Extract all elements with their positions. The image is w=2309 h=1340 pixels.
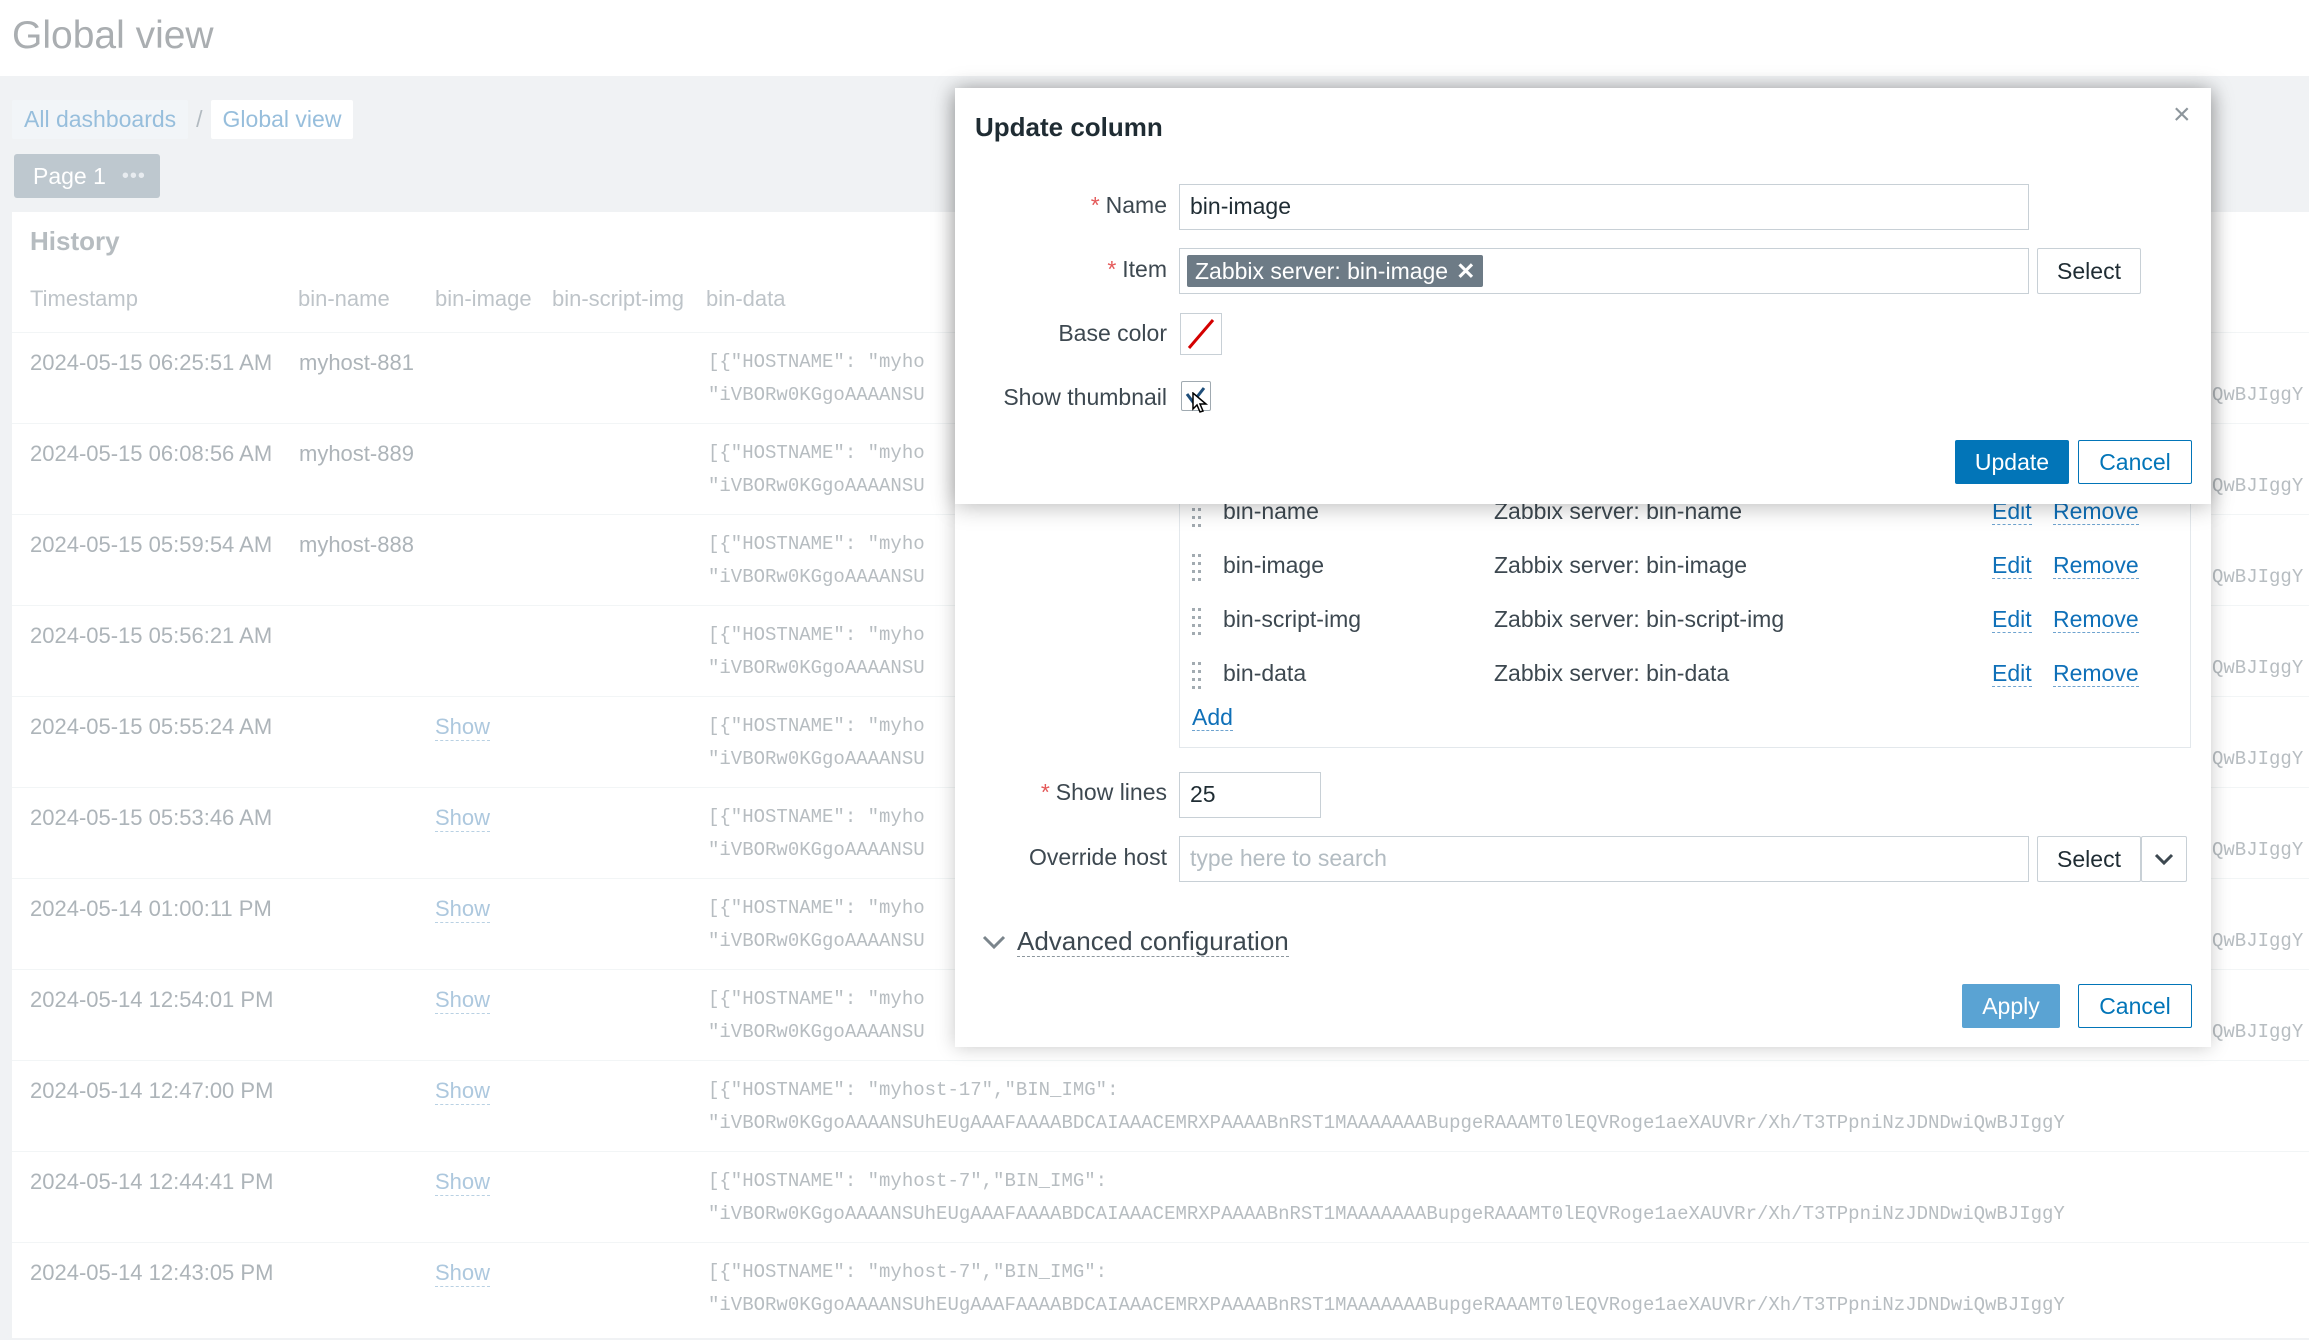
show-lines-label: * Show lines [1040,779,1167,805]
edit-column-link[interactable]: Edit [1992,660,2032,687]
item-tag-label: Zabbix server: bin-image [1195,258,1449,284]
add-column-link[interactable]: Add [1192,704,1233,731]
columns-list: bin-name Zabbix server: bin-name Edit Remov… [1179,492,2191,748]
edit-column-link[interactable]: Edit [1992,606,2032,633]
item-multiselect[interactable]: Zabbix server: bin-image ✕ [1179,248,2029,294]
cancel-button[interactable]: Cancel [2078,440,2192,484]
show-thumbnail-label: Show thumbnail [1003,384,1167,410]
remove-column-link[interactable]: Remove [2053,660,2139,687]
item-label: * Item [1107,256,1167,282]
column-name: bin-image [1223,552,1324,578]
column-list-row: bin-image Zabbix server: bin-image Edit Rem… [1180,546,2192,586]
column-list-row: bin-script-img Zabbix server: bin-script-… [1180,600,2192,640]
edit-column-link[interactable]: Edit [1992,552,2032,579]
column-name: bin-data [1223,660,1307,686]
grip-icon[interactable] [1190,550,1204,584]
dialog-title: Update column [975,112,1163,142]
grip-icon[interactable] [1190,658,1204,692]
close-icon[interactable]: × [2173,98,2191,132]
item-select-button[interactable]: Select [2037,248,2141,294]
base-color-label: Base color [1058,320,1167,346]
column-name: bin-script-img [1223,606,1362,632]
override-host-select-button[interactable]: Select [2037,836,2141,882]
remove-column-link[interactable]: Remove [2053,552,2139,579]
cursor-icon [1192,392,1209,413]
update-column-dialog: Update column × * Name bin-image * Item Za… [955,88,2211,504]
column-item: Zabbix server: bin-data [1494,660,1730,686]
show-lines-input[interactable]: 25 [1179,772,1321,818]
cancel-button[interactable]: Cancel [2078,984,2192,1028]
column-item: Zabbix server: bin-script-img [1494,606,1785,632]
name-label: * Name [1090,192,1167,218]
remove-tag-icon[interactable]: ✕ [1456,258,1475,284]
chevron-down-icon [982,935,1006,949]
override-host-dropdown-button[interactable] [2141,836,2187,882]
override-host-input[interactable]: type here to search [1179,836,2029,882]
column-list-row: bin-data Zabbix server: bin-data Edit Remov… [1180,654,2192,694]
advanced-configuration-label: Advanced configuration [1017,926,1289,957]
grip-icon[interactable] [1190,604,1204,638]
advanced-configuration-toggle[interactable]: Advanced configuration [981,926,1289,957]
apply-button[interactable]: Apply [1962,984,2060,1028]
update-button[interactable]: Update [1955,440,2069,484]
no-color-icon [1187,319,1215,349]
base-color-picker[interactable] [1180,313,1222,355]
column-item: Zabbix server: bin-image [1494,552,1748,578]
chevron-down-icon [2154,853,2174,866]
item-tag: Zabbix server: bin-image ✕ [1187,255,1484,287]
name-input[interactable]: bin-image [1179,184,2029,230]
override-host-label: Override host [1028,844,1167,870]
remove-column-link[interactable]: Remove [2053,606,2139,633]
